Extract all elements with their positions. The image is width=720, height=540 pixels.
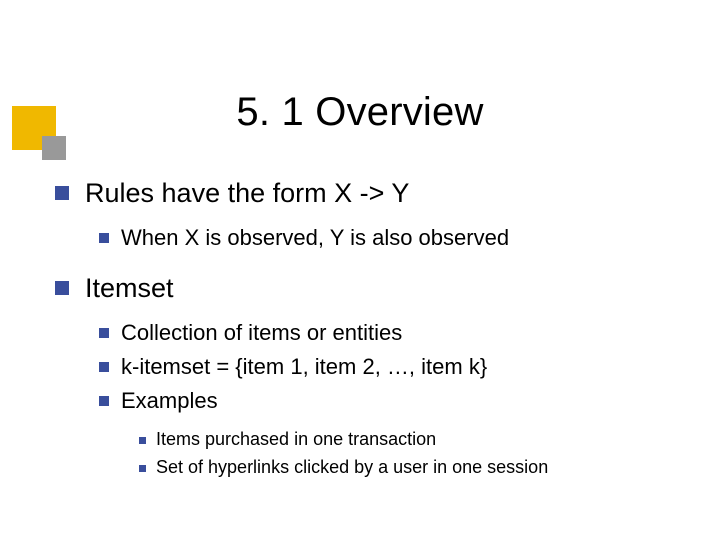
bullet-square-icon (139, 437, 146, 444)
list-item: Collection of items or entities (99, 316, 695, 350)
list-item: Examples Items purchased in one transact… (99, 384, 695, 482)
list-item: When X is observed, Y is also observed (99, 221, 695, 255)
bullet-list-level1: Rules have the form X -> Y When X is obs… (55, 175, 695, 482)
bullet-text: Set of hyperlinks clicked by a user in o… (156, 454, 548, 482)
bullet-text: Items purchased in one transaction (156, 426, 436, 454)
bullet-square-icon (99, 233, 109, 243)
list-item: Set of hyperlinks clicked by a user in o… (139, 454, 695, 482)
slide-title: 5. 1 Overview (0, 90, 720, 135)
bullet-list-level3: Items purchased in one transaction Set o… (139, 426, 695, 482)
list-item: Itemset Collection of items or entities … (55, 270, 695, 483)
bullet-square-icon (99, 396, 109, 406)
decor-square-gray (42, 136, 66, 160)
list-item: k-itemset = {item 1, item 2, …, item k} (99, 350, 695, 384)
list-item: Rules have the form X -> Y When X is obs… (55, 175, 695, 256)
bullet-text: Rules have the form X -> Y (85, 175, 409, 211)
bullet-text: Examples (121, 384, 218, 418)
slide-body: Rules have the form X -> Y When X is obs… (55, 175, 695, 496)
bullet-square-icon (99, 362, 109, 372)
bullet-text: Collection of items or entities (121, 316, 402, 350)
bullet-text: k-itemset = {item 1, item 2, …, item k} (121, 350, 487, 384)
bullet-square-icon (139, 465, 146, 472)
bullet-square-icon (55, 186, 69, 200)
bullet-square-icon (55, 281, 69, 295)
bullet-text: Itemset (85, 270, 174, 306)
list-item: Items purchased in one transaction (139, 426, 695, 454)
bullet-text: When X is observed, Y is also observed (121, 221, 509, 255)
bullet-square-icon (99, 328, 109, 338)
bullet-list-level2: When X is observed, Y is also observed (99, 221, 695, 255)
bullet-list-level2: Collection of items or entities k-itemse… (99, 316, 695, 482)
